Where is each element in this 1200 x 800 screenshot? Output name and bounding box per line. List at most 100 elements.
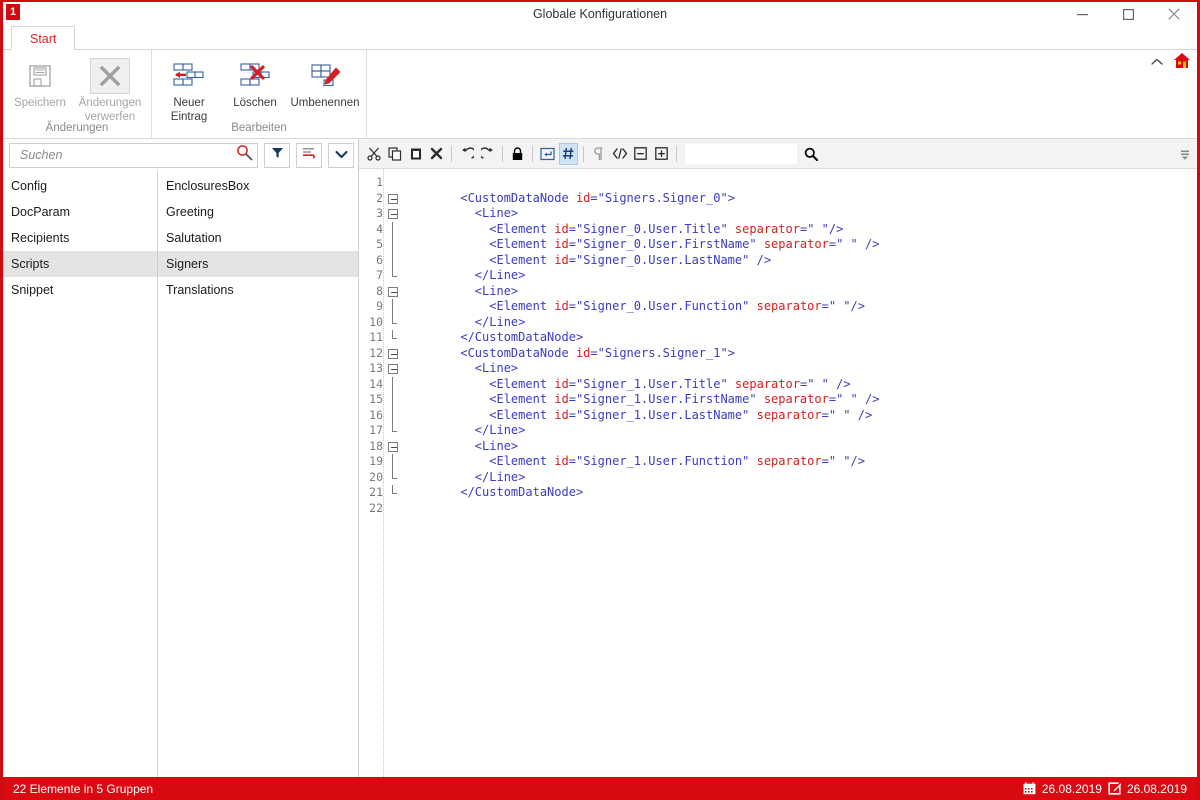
code-line: <Element id="Signer_1.User.LastName" sep… bbox=[489, 407, 873, 422]
find-input[interactable] bbox=[685, 143, 797, 164]
code-line: <Element id="Signer_1.User.Function" sep… bbox=[489, 454, 865, 468]
code-line: <CustomDataNode id="Signers.Signer_1"> bbox=[460, 345, 735, 360]
left-panel-toolbar bbox=[3, 139, 358, 171]
line-number: 21 bbox=[369, 485, 383, 499]
maximize-button[interactable] bbox=[1105, 2, 1151, 26]
fold-toggle[interactable] bbox=[384, 284, 405, 300]
save-button-label: Speichern bbox=[14, 97, 66, 109]
collapse-all-button[interactable] bbox=[631, 143, 650, 165]
line-number: 6 bbox=[376, 252, 383, 267]
fold-guide bbox=[384, 268, 405, 284]
code-editor[interactable]: 1 2 3 4 5 6 7 8 9 10 11 12 13 14 15 16 17 18 19 20 21 22 <Cus… bbox=[359, 169, 1197, 779]
sort-button[interactable] bbox=[296, 142, 322, 168]
fold-toggle[interactable] bbox=[384, 439, 405, 455]
code-line: <Element id="Signer_1.User.Title" separa… bbox=[489, 376, 851, 391]
configuration-lists: Config DocParam Recipients Scripts Snipp… bbox=[3, 171, 358, 779]
home-icon[interactable] bbox=[1173, 52, 1191, 74]
new-entry-icon bbox=[169, 58, 209, 94]
discard-changes-icon bbox=[90, 58, 130, 94]
toolbar-overflow-icon[interactable] bbox=[1177, 147, 1193, 161]
chevron-up-icon[interactable] bbox=[1150, 54, 1164, 72]
fold-toggle[interactable] bbox=[384, 346, 405, 362]
line-number: 4 bbox=[376, 221, 383, 236]
fold-guide bbox=[384, 423, 405, 439]
fold-guide bbox=[384, 469, 405, 486]
filter-button[interactable] bbox=[264, 142, 290, 168]
list-item-selected[interactable]: Signers bbox=[158, 251, 358, 277]
new-entry-button[interactable]: Neuer Eintrag bbox=[156, 56, 222, 124]
list-item[interactable]: Translations bbox=[158, 277, 358, 303]
fold-guide bbox=[384, 501, 405, 517]
line-number-gutter: 1 2 3 4 5 6 7 8 9 10 11 12 13 14 15 16 17 18 19 20 21 22 bbox=[359, 169, 383, 779]
list-item[interactable]: Greeting bbox=[158, 199, 358, 225]
code-line: </CustomDataNode> bbox=[460, 485, 584, 499]
copy-button[interactable] bbox=[385, 143, 404, 165]
format-code-button[interactable] bbox=[610, 143, 629, 165]
expand-all-button[interactable] bbox=[652, 143, 671, 165]
list-item[interactable]: Salutation bbox=[158, 225, 358, 251]
line-number: 12 bbox=[369, 345, 383, 360]
line-number: 8 bbox=[376, 283, 383, 298]
code-text[interactable]: <CustomDataNode id="Signers.Signer_0"> <… bbox=[405, 169, 1197, 779]
list-item[interactable]: Config bbox=[3, 173, 157, 199]
toolbar-separator bbox=[676, 145, 677, 162]
readonly-lock-button[interactable] bbox=[508, 143, 527, 165]
delete-button[interactable] bbox=[427, 143, 446, 165]
fold-toggle[interactable] bbox=[384, 206, 405, 222]
new-entry-button-label: Neuer Eintrag bbox=[170, 97, 208, 123]
fold-toggle[interactable] bbox=[384, 361, 405, 377]
line-number: 22 bbox=[369, 500, 383, 515]
delete-icon bbox=[235, 58, 275, 94]
discard-changes-button[interactable]: Änderungen verwerfen bbox=[73, 56, 147, 124]
list-item[interactable]: Recipients bbox=[3, 225, 157, 251]
toolbar-separator bbox=[502, 145, 503, 162]
search-icon[interactable] bbox=[236, 144, 253, 166]
status-element-count: 22 Elemente in 5 Gruppen bbox=[13, 781, 154, 796]
group-list: Config DocParam Recipients Scripts Snipp… bbox=[3, 171, 158, 779]
redo-button[interactable] bbox=[478, 143, 497, 165]
application-window: 1 Globale Konfigurationen Start Speicher… bbox=[0, 0, 1200, 800]
undo-button[interactable] bbox=[457, 143, 476, 165]
fold-guide bbox=[384, 175, 405, 191]
paste-button[interactable] bbox=[406, 143, 425, 165]
window-title: Globale Konfigurationen bbox=[532, 7, 668, 21]
tab-start[interactable]: Start bbox=[11, 26, 76, 50]
list-item-selected[interactable]: Scripts bbox=[3, 251, 157, 277]
ribbon-group-label-aenderungen: Änderungen bbox=[45, 122, 109, 134]
fold-guide bbox=[384, 485, 405, 501]
minimize-button[interactable] bbox=[1059, 2, 1105, 26]
word-wrap-button[interactable] bbox=[538, 143, 557, 165]
ribbon-corner-actions bbox=[1150, 52, 1191, 74]
find-search-icon[interactable] bbox=[804, 147, 818, 161]
save-button[interactable]: Speichern bbox=[7, 56, 73, 110]
code-line: <Element id="Signer_1.User.FirstName" se… bbox=[489, 392, 880, 406]
list-item[interactable]: Snippet bbox=[3, 277, 157, 303]
fold-toggle[interactable] bbox=[384, 191, 405, 207]
list-item[interactable]: DocParam bbox=[3, 199, 157, 225]
line-number: 17 bbox=[369, 423, 383, 437]
list-item[interactable]: EnclosuresBox bbox=[158, 173, 358, 199]
code-folding-gutter[interactable] bbox=[383, 169, 405, 779]
status-bar: 22 Elemente in 5 Gruppen 26.08.2019 26.0… bbox=[3, 777, 1197, 800]
line-number: 11 bbox=[369, 330, 383, 344]
code-line: <Line> bbox=[474, 206, 519, 220]
cut-button[interactable] bbox=[364, 143, 383, 165]
ribbon-body: Speichern Änderungen verwerfen Änderunge… bbox=[3, 50, 1197, 138]
toolbar-separator bbox=[583, 145, 584, 162]
more-options-button[interactable] bbox=[328, 142, 354, 168]
rename-button[interactable]: Umbenennen bbox=[288, 56, 362, 110]
line-number: 1 bbox=[376, 175, 383, 189]
show-whitespace-button[interactable] bbox=[589, 143, 608, 165]
delete-button[interactable]: Löschen bbox=[222, 56, 288, 110]
fold-guide bbox=[384, 392, 405, 408]
search-field[interactable] bbox=[9, 142, 258, 168]
left-panel: Config DocParam Recipients Scripts Snipp… bbox=[3, 139, 359, 779]
status-created-date: 26.08.2019 bbox=[1041, 781, 1102, 796]
search-input[interactable] bbox=[18, 147, 236, 163]
code-line: </Line> bbox=[474, 314, 526, 329]
fold-guide bbox=[384, 221, 405, 237]
line-numbers-button[interactable] bbox=[559, 142, 578, 165]
close-button[interactable] bbox=[1151, 2, 1197, 26]
fold-guide bbox=[384, 454, 405, 470]
